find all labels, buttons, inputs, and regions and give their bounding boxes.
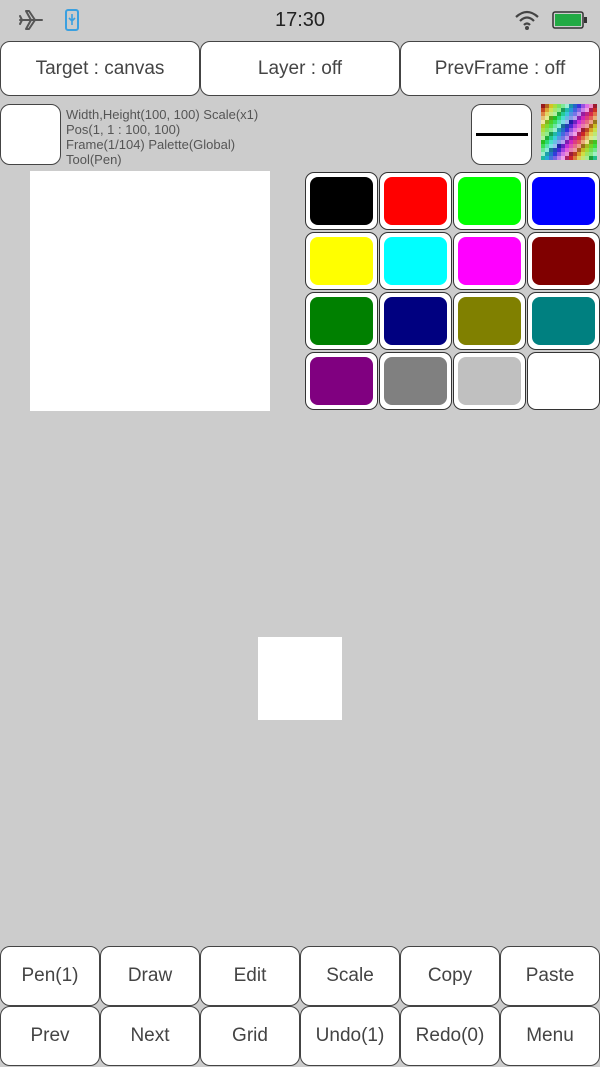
prev-button[interactable]: Prev <box>0 1006 100 1066</box>
palette-swatch[interactable] <box>379 232 452 290</box>
target-button[interactable]: Target : canvas <box>0 41 200 96</box>
layer-label: Layer : off <box>257 57 343 79</box>
button-label: Redo(0) <box>415 1025 485 1046</box>
paste-button[interactable]: Paste <box>500 946 600 1006</box>
drawing-canvas[interactable] <box>30 171 270 411</box>
color-palette <box>305 172 600 412</box>
info-position: Pos(1, 1 : 100, 100) <box>66 122 181 137</box>
swatch-color <box>384 177 447 225</box>
pen-1-button[interactable]: Pen(1) <box>0 946 100 1006</box>
button-label: Edit <box>233 965 267 986</box>
swatch-color <box>384 237 447 285</box>
palette-swatch[interactable] <box>453 352 526 410</box>
palette-swatch[interactable] <box>453 292 526 350</box>
palette-swatch[interactable] <box>379 292 452 350</box>
undo-1-button[interactable]: Undo(1) <box>300 1006 400 1066</box>
info-tool: Tool(Pen) <box>66 152 122 167</box>
palette-swatch[interactable] <box>305 352 378 410</box>
canvas-preview <box>258 637 342 720</box>
palette-swatch[interactable] <box>453 232 526 290</box>
palette-swatch[interactable] <box>305 232 378 290</box>
scale-button[interactable]: Scale <box>300 946 400 1006</box>
info-size-scale: Width,Height(100, 100) Scale(x1) <box>66 107 259 122</box>
pen-width-button[interactable] <box>471 104 532 165</box>
swatch-color <box>310 357 373 405</box>
status-bar: 17:30 <box>0 0 600 40</box>
palette-swatch[interactable] <box>305 292 378 350</box>
swatch-color <box>532 177 595 225</box>
prevframe-button[interactable]: PrevFrame : off <box>400 41 600 96</box>
canvas-info: Width,Height(100, 100) Scale(x1) Pos(1, … <box>66 107 258 167</box>
copy-button[interactable]: Copy <box>400 946 500 1006</box>
button-label: Paste <box>525 965 575 986</box>
palette-swatch[interactable] <box>527 172 600 230</box>
menu-button[interactable]: Menu <box>500 1006 600 1066</box>
wifi-icon <box>514 9 540 36</box>
next-button[interactable]: Next <box>100 1006 200 1066</box>
palette-picker-button[interactable] <box>541 104 597 160</box>
button-label: Menu <box>526 1025 574 1046</box>
button-label: Copy <box>427 965 473 986</box>
target-label: Target : canvas <box>35 57 165 79</box>
info-frame-palette: Frame(1/104) Palette(Global) <box>66 137 236 152</box>
button-label: Grid <box>232 1025 268 1046</box>
button-label: Prev <box>30 1025 70 1046</box>
swatch-color <box>458 357 521 405</box>
edit-button[interactable]: Edit <box>200 946 300 1006</box>
grid-button[interactable]: Grid <box>200 1006 300 1066</box>
button-label: Draw <box>127 965 173 986</box>
swatch-color <box>384 297 447 345</box>
button-label: Undo(1) <box>315 1025 385 1046</box>
swatch-color <box>532 357 595 405</box>
button-label: Scale <box>326 965 374 986</box>
line-width-icon <box>475 133 528 136</box>
palette-swatch[interactable] <box>527 292 600 350</box>
current-color-button[interactable] <box>0 104 61 165</box>
redo-0-button[interactable]: Redo(0) <box>400 1006 500 1066</box>
layer-button[interactable]: Layer : off <box>200 41 400 96</box>
palette-swatch[interactable] <box>305 172 378 230</box>
swatch-color <box>310 297 373 345</box>
battery-icon <box>552 11 588 34</box>
swatch-color <box>532 297 595 345</box>
swatch-color <box>310 177 373 225</box>
button-label: Next <box>130 1025 170 1046</box>
status-time: 17:30 <box>274 9 326 31</box>
draw-button[interactable]: Draw <box>100 946 200 1006</box>
palette-swatch[interactable] <box>379 172 452 230</box>
color-grid-icon <box>541 104 597 160</box>
swatch-color <box>532 237 595 285</box>
swatch-color <box>384 357 447 405</box>
palette-swatch[interactable] <box>527 232 600 290</box>
swatch-color <box>458 237 521 285</box>
palette-swatch[interactable] <box>379 352 452 410</box>
palette-swatch[interactable] <box>527 352 600 410</box>
swatch-color <box>458 177 521 225</box>
swatch-color <box>458 297 521 345</box>
prevframe-label: PrevFrame : off <box>434 57 566 79</box>
button-label: Pen(1) <box>21 965 79 986</box>
swatch-color <box>310 237 373 285</box>
palette-swatch[interactable] <box>453 172 526 230</box>
